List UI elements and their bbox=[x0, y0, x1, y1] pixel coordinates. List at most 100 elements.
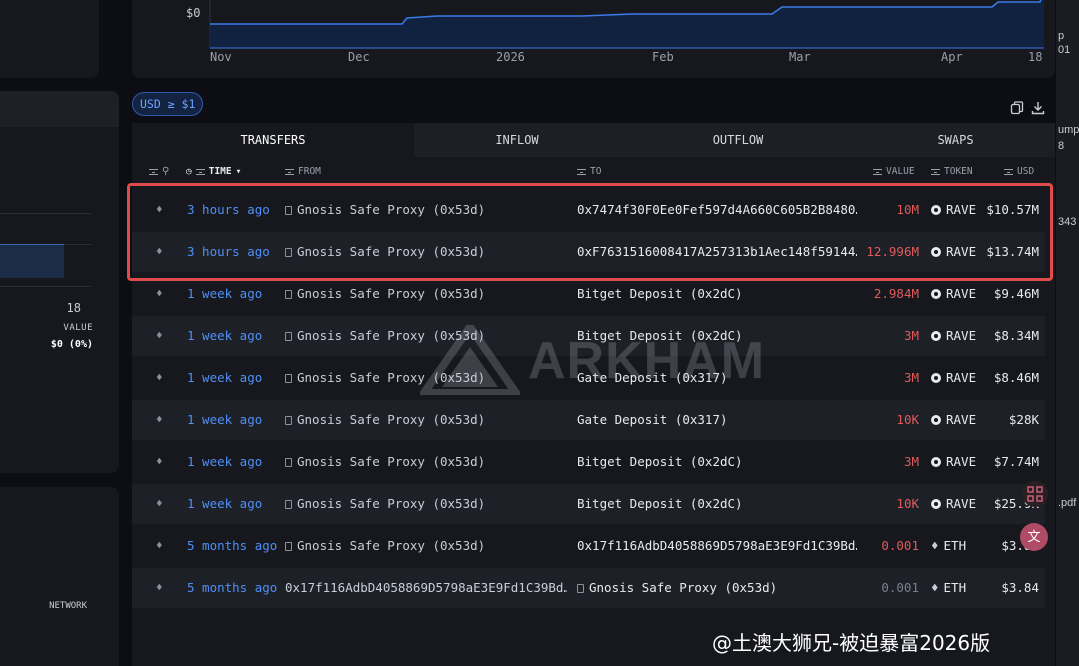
x-tick-2026: 2026 bbox=[496, 50, 525, 64]
translate-icon: 文 bbox=[1027, 529, 1041, 544]
row-value: 0.001 bbox=[881, 580, 919, 595]
tab-swaps[interactable]: SWAPS bbox=[856, 123, 1055, 157]
right-edge-text: ump bbox=[1058, 124, 1079, 136]
table-row[interactable]: ♦ 5 months ago Gnosis Safe Proxy (0x53d) 0x… bbox=[132, 526, 1045, 566]
row-time[interactable]: 1 week ago bbox=[187, 286, 262, 301]
apps-grid-button[interactable] bbox=[1022, 481, 1048, 507]
row-to-label: Bitget Deposit (0x2dC) bbox=[577, 286, 743, 301]
row-from[interactable]: Gnosis Safe Proxy (0x53d) bbox=[285, 286, 567, 301]
row-time[interactable]: 1 week ago bbox=[187, 454, 262, 469]
row-usd: $9.46M bbox=[993, 286, 1039, 301]
filter-icon[interactable] bbox=[149, 168, 158, 175]
left-x-tick: 18 bbox=[66, 301, 81, 315]
x-tick-feb: Feb bbox=[652, 50, 674, 64]
row-token[interactable]: ♦ ETH bbox=[931, 538, 966, 553]
row-time[interactable]: 1 week ago bbox=[187, 328, 262, 343]
right-edge-text: 343 bbox=[1058, 216, 1077, 228]
header-time[interactable]: ◷ TIME ▾ bbox=[186, 166, 241, 177]
sort-down-icon[interactable]: ▾ bbox=[236, 166, 242, 177]
row-token[interactable]: RAVE bbox=[931, 328, 976, 343]
row-from[interactable]: Gnosis Safe Proxy (0x53d) bbox=[285, 496, 567, 511]
row-time[interactable]: 1 week ago bbox=[187, 370, 262, 385]
x-tick-18: 18 bbox=[1028, 50, 1043, 64]
tab-outflow[interactable]: OUTFLOW bbox=[620, 123, 856, 157]
x-tick-apr: Apr bbox=[941, 50, 963, 64]
ethereum-icon: ♦ bbox=[156, 413, 163, 426]
row-from[interactable]: 0x17f116AdbD4058869D5798aE3E9Fd1C39Bd… bbox=[285, 580, 567, 595]
link-icon[interactable]: ⚲ bbox=[162, 166, 169, 177]
credit-watermark: @土澳大狮兄-被迫暴富2026版 bbox=[712, 631, 991, 655]
contract-icon bbox=[285, 458, 292, 467]
left-chart-bar bbox=[0, 244, 64, 278]
row-from[interactable]: Gnosis Safe Proxy (0x53d) bbox=[285, 538, 567, 553]
clock-icon: ◷ bbox=[186, 166, 192, 177]
row-to-label: Gate Deposit (0x317) bbox=[577, 412, 728, 427]
filter-icon[interactable] bbox=[195, 168, 205, 175]
left-top-panel bbox=[0, 0, 99, 78]
row-from-label: Gnosis Safe Proxy (0x53d) bbox=[297, 286, 486, 301]
row-to[interactable]: Gate Deposit (0x317) bbox=[577, 412, 857, 427]
row-token[interactable]: RAVE bbox=[931, 286, 976, 301]
contract-icon bbox=[577, 584, 584, 593]
row-usd: $28K bbox=[1008, 412, 1039, 427]
left-panel-header bbox=[0, 91, 119, 127]
rave-token-icon bbox=[931, 499, 941, 509]
row-token[interactable]: ♦ ETH bbox=[931, 580, 966, 595]
row-from[interactable]: Gnosis Safe Proxy (0x53d) bbox=[285, 412, 567, 427]
balance-chart: $0 Nov Dec 2026 Feb Mar Apr 18 bbox=[132, 0, 1055, 78]
header-to[interactable]: TO bbox=[577, 166, 601, 177]
filter-icon[interactable] bbox=[873, 168, 882, 175]
row-token[interactable]: RAVE bbox=[931, 412, 976, 427]
eth-token-icon: ♦ bbox=[931, 538, 939, 553]
left-network-panel: NETWORK bbox=[0, 487, 119, 666]
left-value: $0 (0%) bbox=[50, 339, 93, 350]
row-time[interactable]: 5 months ago bbox=[187, 538, 277, 553]
copy-icon[interactable] bbox=[1010, 101, 1024, 115]
row-token[interactable]: RAVE bbox=[931, 496, 976, 511]
header-usd[interactable]: USD bbox=[1004, 166, 1034, 177]
row-value: 10K bbox=[896, 412, 919, 427]
tab-inflow[interactable]: INFLOW bbox=[414, 123, 620, 157]
filter-icon[interactable] bbox=[577, 168, 586, 175]
usd-filter-chip[interactable]: USD ≥ $1 bbox=[132, 92, 204, 116]
table-row[interactable]: ♦ 5 months ago 0x17f116AdbD4058869D5798aE3… bbox=[132, 568, 1045, 608]
rave-token-icon bbox=[931, 415, 941, 425]
header-token[interactable]: TOKEN bbox=[931, 166, 973, 177]
row-to[interactable]: Bitget Deposit (0x2dC) bbox=[577, 286, 857, 301]
row-time[interactable]: 1 week ago bbox=[187, 496, 262, 511]
row-time[interactable]: 5 months ago bbox=[187, 580, 277, 595]
tab-transfers[interactable]: TRANSFERS bbox=[132, 123, 414, 157]
x-tick-dec: Dec bbox=[348, 50, 370, 64]
right-edge-text: .pdf bbox=[1058, 497, 1077, 509]
table-row[interactable]: ♦ 1 week ago Gnosis Safe Proxy (0x53d) Bitg… bbox=[132, 484, 1045, 524]
filter-icon[interactable] bbox=[931, 168, 940, 175]
rave-token-icon bbox=[931, 457, 941, 467]
left-gridline bbox=[0, 286, 91, 287]
row-token[interactable]: RAVE bbox=[931, 454, 976, 469]
header-value[interactable]: VALUE bbox=[873, 166, 915, 177]
chart-y-label: $0 bbox=[186, 6, 201, 20]
left-side-panel: 18 VALUE $0 (0%) bbox=[0, 91, 119, 473]
ethereum-icon: ♦ bbox=[156, 539, 163, 552]
table-row[interactable]: ♦ 1 week ago Gnosis Safe Proxy (0x53d) Gate… bbox=[132, 400, 1045, 440]
translate-button[interactable]: 文 bbox=[1020, 523, 1048, 551]
row-token[interactable]: RAVE bbox=[931, 370, 976, 385]
row-to[interactable]: Bitget Deposit (0x2dC) bbox=[577, 454, 857, 469]
balance-chart-svg bbox=[209, 0, 1044, 49]
row-from[interactable]: Gnosis Safe Proxy (0x53d) bbox=[285, 454, 567, 469]
row-to[interactable]: Bitget Deposit (0x2dC) bbox=[577, 496, 857, 511]
ethereum-icon: ♦ bbox=[156, 371, 163, 384]
table-row[interactable]: ♦ 1 week ago Gnosis Safe Proxy (0x53d) Bitg… bbox=[132, 442, 1045, 482]
row-to[interactable]: 0x17f116AdbD4058869D5798aE3E9Fd1C39Bd… bbox=[577, 538, 857, 553]
rave-token-icon bbox=[931, 373, 941, 383]
row-time[interactable]: 1 week ago bbox=[187, 412, 262, 427]
filter-icon[interactable] bbox=[285, 168, 294, 175]
row-value: 3M bbox=[903, 454, 919, 469]
header-from[interactable]: FROM bbox=[285, 166, 321, 177]
row-to-label: Gnosis Safe Proxy (0x53d) bbox=[589, 580, 778, 595]
filter-icon[interactable] bbox=[1004, 168, 1013, 175]
header-icon-controls[interactable]: ⚲ bbox=[149, 166, 169, 177]
row-to[interactable]: Gnosis Safe Proxy (0x53d) bbox=[577, 580, 857, 595]
row-to-label: Bitget Deposit (0x2dC) bbox=[577, 496, 743, 511]
download-icon[interactable] bbox=[1031, 101, 1045, 115]
